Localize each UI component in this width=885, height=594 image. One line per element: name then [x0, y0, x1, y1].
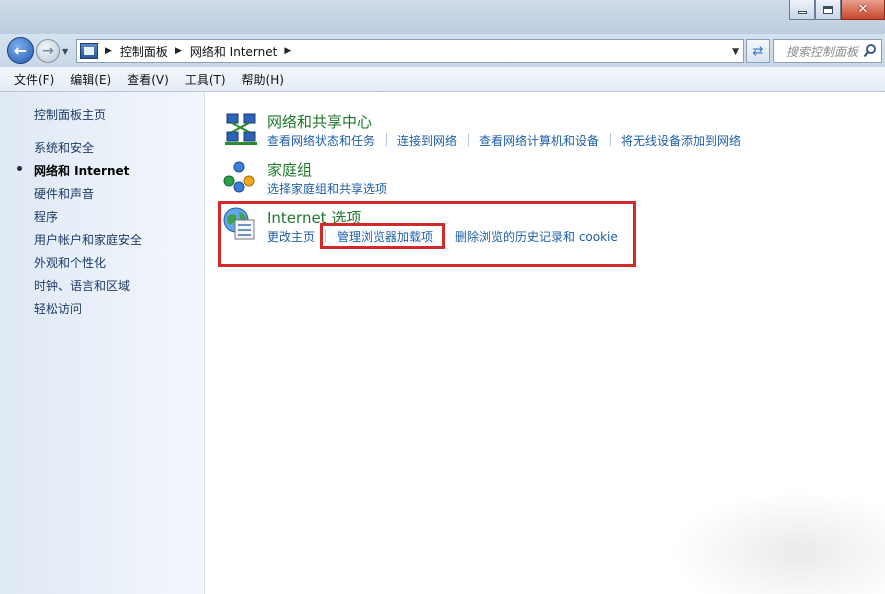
link-divider: [386, 133, 387, 146]
minimize-icon: [797, 11, 807, 14]
link-view-network-status[interactable]: 查看网络状态和任务: [267, 132, 375, 149]
sidebar-item-ease-of-access[interactable]: 轻松访问: [34, 300, 82, 317]
sidebar-item-programs[interactable]: 程序: [34, 208, 58, 225]
menu-edit[interactable]: 编辑(E): [60, 71, 117, 88]
navigation-bar: ← → ▼ ▶ 控制面板 ▶ 网络和 Internet ▶ ▼ ⇄ 搜索控制面板: [0, 34, 885, 67]
maximize-icon: [823, 5, 833, 14]
menu-tools[interactable]: 工具(T): [175, 71, 232, 88]
search-input[interactable]: 搜索控制面板: [773, 39, 882, 63]
screen-glare: [670, 490, 885, 594]
control-panel-icon: [80, 43, 98, 59]
window-controls: ✕: [789, 0, 885, 22]
refresh-icon: ⇄: [752, 43, 764, 59]
menu-bar: 文件(F) 编辑(E) 查看(V) 工具(T) 帮助(H): [0, 67, 885, 92]
menu-file[interactable]: 文件(F): [4, 71, 60, 88]
link-view-network-computers[interactable]: 查看网络计算机和设备: [479, 132, 599, 149]
forward-button[interactable]: →: [36, 39, 60, 63]
minimize-button[interactable]: [789, 0, 815, 20]
breadcrumb-network-internet[interactable]: 网络和 Internet: [190, 43, 277, 60]
sidebar-item-network-internet[interactable]: 网络和 Internet: [34, 162, 129, 179]
link-divider: [610, 133, 611, 146]
close-button[interactable]: ✕: [841, 0, 885, 20]
back-button[interactable]: ←: [7, 37, 34, 64]
sidebar-home-link[interactable]: 控制面板主页: [34, 106, 106, 123]
address-dropdown-icon[interactable]: ▼: [732, 47, 739, 57]
sidebar-item-system-security[interactable]: 系统和安全: [34, 139, 94, 156]
active-bullet-icon: [17, 166, 22, 171]
breadcrumb-separator-icon[interactable]: ▶: [284, 46, 291, 56]
refresh-button[interactable]: ⇄: [746, 39, 770, 63]
sidebar-item-hardware-sound[interactable]: 硬件和声音: [34, 185, 94, 202]
homegroup-icon[interactable]: [222, 160, 256, 194]
category-title-homegroup[interactable]: 家庭组: [267, 159, 312, 180]
recent-pages-dropdown[interactable]: ▼: [62, 47, 68, 56]
breadcrumb-separator-icon[interactable]: ▶: [175, 46, 182, 56]
title-bar: ✕: [0, 0, 885, 34]
link-connect-network[interactable]: 连接到网络: [397, 132, 457, 149]
maximize-button[interactable]: [815, 0, 841, 20]
breadcrumb-control-panel[interactable]: 控制面板: [120, 43, 168, 60]
back-arrow-icon: ←: [13, 41, 28, 60]
search-icon[interactable]: [863, 43, 877, 59]
sidebar: 控制面板主页 系统和安全 网络和 Internet 硬件和声音 程序 用户帐户和…: [0, 92, 205, 594]
search-placeholder: 搜索控制面板: [786, 44, 859, 59]
breadcrumb-separator-icon[interactable]: ▶: [105, 46, 112, 56]
address-bar[interactable]: ▶ 控制面板 ▶ 网络和 Internet ▶ ▼: [76, 39, 744, 63]
link-divider: [468, 133, 469, 146]
network-sharing-center-icon[interactable]: [224, 112, 258, 146]
menu-view[interactable]: 查看(V): [117, 71, 175, 88]
forward-arrow-icon: →: [42, 43, 54, 59]
sidebar-item-appearance[interactable]: 外观和个性化: [34, 254, 106, 271]
sidebar-item-user-accounts[interactable]: 用户帐户和家庭安全: [34, 231, 142, 248]
highlight-box-manage-addons: [320, 223, 445, 249]
sidebar-item-clock-language[interactable]: 时钟、语言和区域: [34, 277, 130, 294]
link-add-wireless-device[interactable]: 将无线设备添加到网络: [621, 132, 741, 149]
menu-help[interactable]: 帮助(H): [232, 71, 290, 88]
link-homegroup-sharing[interactable]: 选择家庭组和共享选项: [267, 180, 387, 197]
close-icon: ✕: [857, 2, 869, 17]
category-title-network-sharing[interactable]: 网络和共享中心: [267, 111, 372, 132]
